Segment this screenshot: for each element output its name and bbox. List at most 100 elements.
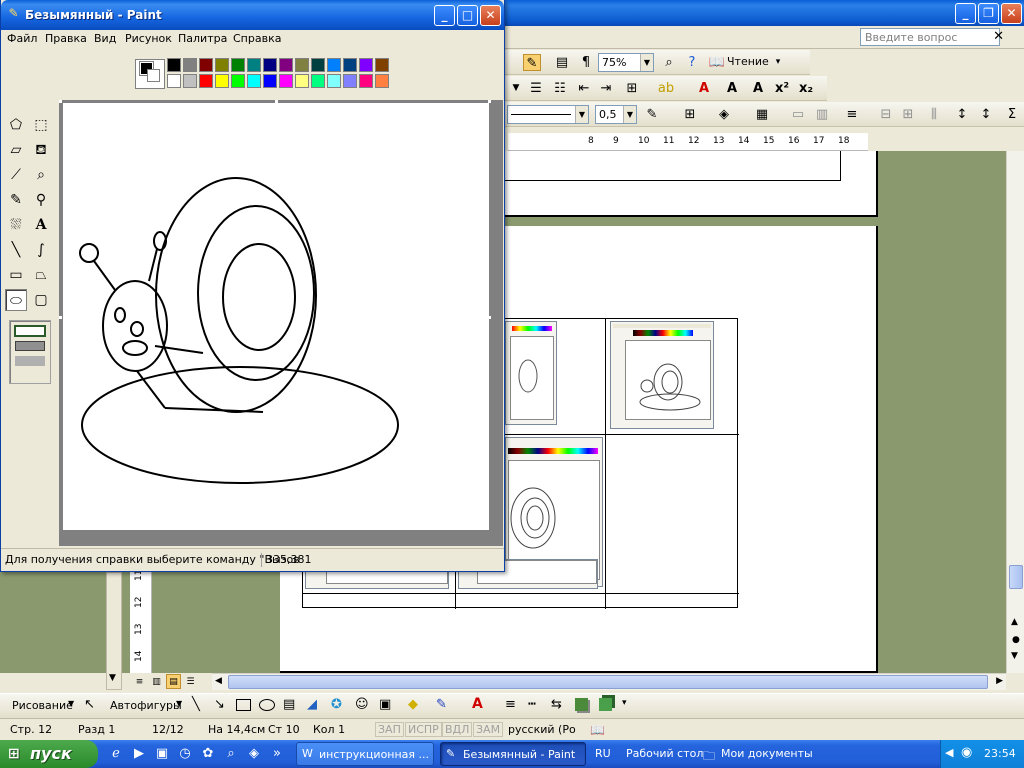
oval-tool-icon[interactable] (259, 699, 275, 711)
menu-item[interactable]: Файл (7, 32, 37, 45)
palette-swatch[interactable] (375, 58, 389, 72)
clock-icon[interactable]: ◷ (176, 745, 194, 763)
fill-outline-option[interactable] (14, 325, 46, 337)
line-icon[interactable]: ╲ (5, 239, 27, 261)
tray-app-icon[interactable]: ◉ (961, 745, 972, 760)
palette-swatch[interactable] (263, 74, 277, 88)
menu-item[interactable]: Вид (94, 32, 116, 45)
palette-swatch[interactable] (359, 74, 373, 88)
thumbnail-image[interactable] (505, 321, 557, 425)
brush-icon[interactable]: ⚲ (30, 189, 52, 211)
airbrush-icon[interactable]: ⛆ (5, 214, 27, 236)
close-button[interactable]: ✕ (480, 5, 501, 26)
distribute-rows-icon[interactable]: ⊟ (877, 106, 895, 123)
resize-handle[interactable] (59, 100, 62, 103)
text-icon[interactable]: A (30, 214, 52, 236)
close-doc-icon[interactable]: ✕ (993, 29, 1004, 44)
restore-button[interactable]: ❐ (978, 3, 999, 24)
distribute-cols-icon[interactable]: ⊞ (899, 106, 917, 123)
print-view-icon[interactable]: ▤ (166, 674, 181, 689)
fill-style-options[interactable] (9, 320, 51, 384)
subscript-icon[interactable]: x₂ (797, 80, 815, 97)
resize-handle[interactable] (488, 316, 491, 319)
menu-item[interactable]: Правка (45, 32, 87, 45)
palette-swatch[interactable] (183, 58, 197, 72)
desktop-icon[interactable]: ▣ (153, 745, 171, 763)
palette-swatch[interactable] (231, 74, 245, 88)
palette-swatch[interactable] (183, 74, 197, 88)
status-rec[interactable]: ЗАП (375, 722, 404, 737)
ie-icon[interactable]: ℯ (107, 745, 125, 763)
chevron-down-icon[interactable]: ▼ (507, 80, 525, 97)
arrow-tool-icon[interactable]: ↘ (214, 697, 225, 712)
prev-page-icon[interactable]: ▲ (1011, 617, 1018, 627)
palette-swatch[interactable] (215, 58, 229, 72)
palette-swatch[interactable] (247, 58, 261, 72)
autoformat-icon[interactable]: ⫼ (925, 106, 943, 123)
drawing-toggle-icon[interactable]: ✎ (523, 54, 541, 71)
scroll-thumb[interactable] (1009, 565, 1023, 589)
resize-handle[interactable] (275, 100, 278, 103)
superscript-icon[interactable]: x² (773, 80, 791, 97)
task-word[interactable]: W инструкционная ... (296, 742, 434, 766)
fill-both-option[interactable] (15, 341, 45, 351)
textbox-icon[interactable]: ▤ (283, 697, 295, 712)
status-ovr[interactable]: ЗАМ (473, 722, 504, 737)
documents-toolbar[interactable]: Мои документы (721, 747, 813, 760)
borders-icon[interactable]: ⊞ (623, 80, 641, 97)
palette-swatch[interactable] (327, 74, 341, 88)
border-color-icon[interactable]: ✎ (643, 106, 661, 123)
palette-swatch[interactable] (215, 74, 229, 88)
app-icon[interactable]: ✿ (199, 745, 217, 763)
rectangle-icon[interactable]: ▭ (5, 264, 27, 286)
line-style-select[interactable]: ▼ (507, 105, 589, 124)
media-icon[interactable]: ▶ (130, 745, 148, 763)
spelling-icon[interactable]: 📖 (590, 723, 605, 737)
palette-swatch[interactable] (343, 58, 357, 72)
drawing-canvas[interactable] (63, 103, 489, 530)
insert-table-icon[interactable]: ▦ (753, 106, 771, 123)
merge-cells-icon[interactable]: ▭ (789, 106, 807, 123)
palette-swatch[interactable] (327, 58, 341, 72)
select-objects-icon[interactable]: ↖ (84, 697, 95, 712)
dash-style-icon[interactable]: ┅ (528, 697, 536, 712)
paint-titlebar[interactable]: ✎ Безымянный - Paint _ □ ✕ (1, 0, 504, 30)
toolbar-options-icon[interactable]: ▾ (773, 54, 783, 71)
reading-icon[interactable]: 📖 (708, 54, 726, 71)
palette-swatch[interactable] (375, 74, 389, 88)
rect-select-icon[interactable]: ⬚ (30, 114, 52, 136)
highlight-icon[interactable]: ab (657, 80, 675, 97)
scroll-down-icon[interactable]: ▼ (109, 673, 116, 683)
menu-item[interactable]: Палитра (178, 32, 227, 45)
increase-indent-icon[interactable]: ⇥ (597, 80, 615, 97)
palette-swatch[interactable] (167, 74, 181, 88)
color-picker-icon[interactable]: ⟋ (5, 164, 27, 186)
free-select-icon[interactable]: ⬠ (5, 114, 27, 136)
arrow-style-icon[interactable]: ⇆ (551, 697, 562, 712)
palette-swatch[interactable] (167, 58, 181, 72)
magnifier-icon[interactable]: ⌕ (30, 164, 52, 186)
horizontal-ruler[interactable]: 8910111213141516171820 (508, 133, 879, 151)
sort-desc-icon[interactable]: ↕ (977, 106, 995, 123)
line-width-select[interactable]: 0,5 ▼ (595, 105, 637, 124)
help-icon[interactable]: ? (683, 54, 701, 71)
language-indicator[interactable]: RU (595, 747, 611, 760)
scroll-left-icon[interactable]: ◀ (215, 676, 222, 686)
diagram-icon[interactable]: ✪ (331, 697, 342, 712)
browse-object-icon[interactable]: ● (1012, 635, 1020, 645)
fill-only-option[interactable] (15, 356, 45, 366)
font-color-icon[interactable]: A (695, 80, 713, 97)
thumbnail-image[interactable] (610, 321, 714, 429)
sum-icon[interactable]: Σ (1003, 106, 1021, 123)
background-color[interactable] (147, 69, 160, 82)
polygon-icon[interactable]: ⏢ (30, 264, 52, 286)
autoshapes-button[interactable]: Автофигуры (110, 699, 182, 712)
left-scroll-strip[interactable]: ▼ (106, 572, 122, 690)
bullets-icon[interactable]: ☷ (551, 80, 569, 97)
close-button[interactable]: ✕ (1001, 3, 1022, 24)
palette-swatch[interactable] (343, 74, 357, 88)
expand-icon[interactable]: » (268, 745, 286, 763)
next-page-icon[interactable]: ▼ (1011, 651, 1018, 661)
palette-swatch[interactable] (199, 58, 213, 72)
outline-view-icon[interactable]: ☰ (183, 675, 198, 690)
